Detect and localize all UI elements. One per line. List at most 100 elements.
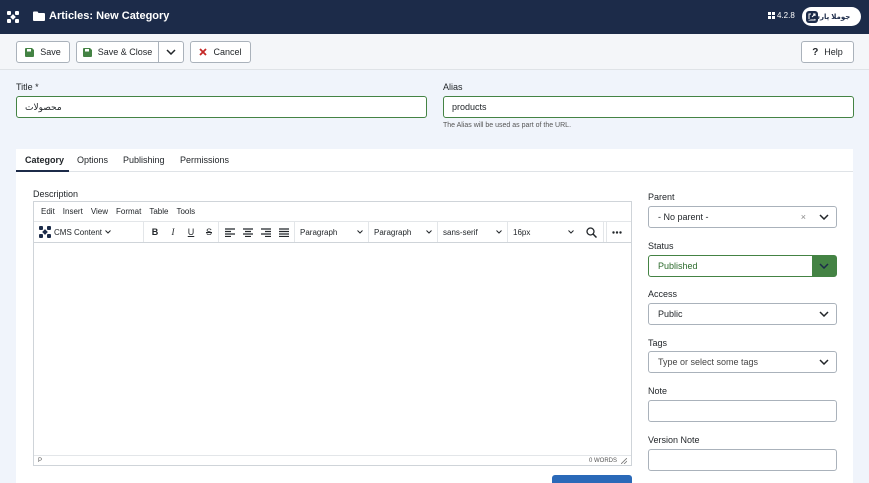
toggle-editor-button[interactable] — [552, 475, 632, 483]
align-left-icon — [225, 227, 235, 237]
menu-table[interactable]: Table — [149, 207, 168, 216]
font-family-value: sans-serif — [443, 227, 478, 237]
menu-edit[interactable]: Edit — [41, 207, 55, 216]
description-label: Description — [33, 189, 79, 199]
align-right-button[interactable] — [257, 224, 275, 240]
editor-toolbar: CMS Content B I U S Paragraph Paragraph — [34, 222, 631, 243]
justify-button[interactable] — [275, 224, 293, 240]
chevron-down-icon — [426, 230, 432, 234]
chevron-down-icon — [812, 304, 836, 324]
editor-content-area[interactable] — [34, 243, 631, 456]
top-header: Articles: New Category 4.2.8 جوملا پارسی — [0, 0, 869, 34]
chevron-down-icon — [357, 230, 363, 234]
format-button-group: B I U S — [144, 222, 219, 242]
font-family-select[interactable]: sans-serif — [438, 222, 508, 242]
access-value: Public — [658, 309, 683, 319]
save-options-dropdown[interactable] — [158, 41, 184, 63]
help-button[interactable]: ? Help — [801, 41, 854, 63]
access-label: Access — [648, 289, 678, 299]
joomla-icon — [39, 226, 51, 238]
close-icon — [199, 48, 208, 56]
parent-value: - No parent - — [658, 212, 709, 222]
menu-view[interactable]: View — [91, 207, 108, 216]
italic-button[interactable]: I — [164, 224, 182, 240]
word-count: 0 WORDS — [588, 457, 617, 464]
tab-publishing[interactable]: Publishing — [123, 155, 165, 165]
align-justify-icon — [279, 227, 289, 237]
alias-label: Alias — [443, 82, 463, 92]
parent-label: Parent — [648, 192, 675, 202]
paragraph-style-value: Paragraph — [374, 227, 412, 237]
status-value: Published — [658, 261, 698, 271]
note-input[interactable] — [648, 400, 837, 422]
save-close-label: Save & Close — [97, 47, 153, 57]
title-input[interactable]: محصولات — [16, 96, 427, 118]
tags-placeholder: Type or select some tags — [658, 357, 759, 367]
title-value: محصولات — [25, 101, 62, 112]
folder-icon — [33, 11, 45, 21]
align-center-icon — [243, 227, 253, 237]
tags-label: Tags — [648, 338, 668, 348]
help-label: Help — [824, 47, 843, 57]
alias-value: products — [452, 102, 487, 112]
access-select[interactable]: Public — [648, 303, 837, 325]
save-icon — [25, 47, 35, 57]
alias-input[interactable]: products — [443, 96, 854, 118]
clear-icon[interactable]: × — [801, 212, 806, 222]
save-icon — [82, 47, 92, 57]
align-button-group — [219, 222, 295, 242]
block-format-select[interactable]: Paragraph — [295, 222, 369, 242]
description-editor: Edit Insert View Format Table Tools CMS … — [33, 201, 632, 466]
version-note-input[interactable] — [648, 449, 837, 471]
page-title: Articles: New Category — [49, 10, 170, 22]
element-path[interactable]: P — [38, 458, 42, 464]
search-replace-button[interactable] — [580, 222, 604, 242]
chevron-down-icon — [166, 49, 176, 55]
menu-insert[interactable]: Insert — [63, 207, 83, 216]
underline-button[interactable]: U — [182, 224, 200, 240]
status-select[interactable]: Published — [648, 255, 837, 277]
chevron-down-icon — [812, 207, 836, 227]
save-button[interactable]: Save — [16, 41, 70, 63]
version-note-label: Version Note — [648, 435, 700, 445]
menu-tools[interactable]: Tools — [176, 207, 195, 216]
more-icon — [612, 230, 622, 234]
active-tab-indicator — [16, 170, 69, 172]
tab-bar: Category Options Publishing Permissions — [16, 149, 853, 172]
search-icon — [586, 226, 597, 238]
cms-content-dropdown[interactable]: CMS Content — [34, 222, 144, 242]
font-size-select[interactable]: 16px — [508, 222, 579, 242]
bold-button[interactable]: B — [146, 224, 164, 240]
title-label: Title * — [16, 82, 39, 92]
block-format-value: Paragraph — [300, 227, 338, 237]
font-size-value: 16px — [513, 227, 531, 237]
tags-select[interactable]: Type or select some tags — [648, 351, 837, 373]
alias-hint: The Alias will be used as part of the UR… — [443, 122, 572, 129]
chevron-down-icon — [812, 256, 836, 276]
version-number: 4.2.8 — [777, 11, 795, 20]
joomla-logo-icon[interactable] — [6, 10, 20, 24]
more-tools-button[interactable] — [604, 222, 630, 242]
align-center-button[interactable] — [239, 224, 257, 240]
style-dropdowns: Paragraph Paragraph sans-serif 16px — [295, 222, 607, 242]
status-label: Status — [648, 241, 674, 251]
save-close-button[interactable]: Save & Close — [76, 41, 159, 63]
cms-content-label: CMS Content — [54, 227, 103, 237]
toolbar: Save Save & Close Cancel ? Help — [0, 34, 869, 70]
question-icon: ? — [812, 46, 819, 58]
tab-category[interactable]: Category — [25, 155, 64, 165]
align-left-button[interactable] — [221, 224, 239, 240]
menu-format[interactable]: Format — [116, 207, 141, 216]
chevron-down-icon — [812, 352, 836, 372]
parent-select[interactable]: - No parent - × — [648, 206, 837, 228]
tab-permissions[interactable]: Permissions — [180, 155, 229, 165]
chevron-down-icon — [496, 230, 502, 234]
strikethrough-button[interactable]: S — [200, 224, 218, 240]
paragraph-style-select[interactable]: Paragraph — [369, 222, 438, 242]
cancel-button[interactable]: Cancel — [190, 41, 251, 63]
site-name: جوملا پارسی — [806, 13, 851, 21]
tab-options[interactable]: Options — [77, 155, 108, 165]
resize-handle-icon[interactable] — [621, 457, 627, 464]
version-info: 4.2.8 — [768, 11, 795, 20]
view-site-button[interactable]: جوملا پارسی — [802, 7, 861, 26]
